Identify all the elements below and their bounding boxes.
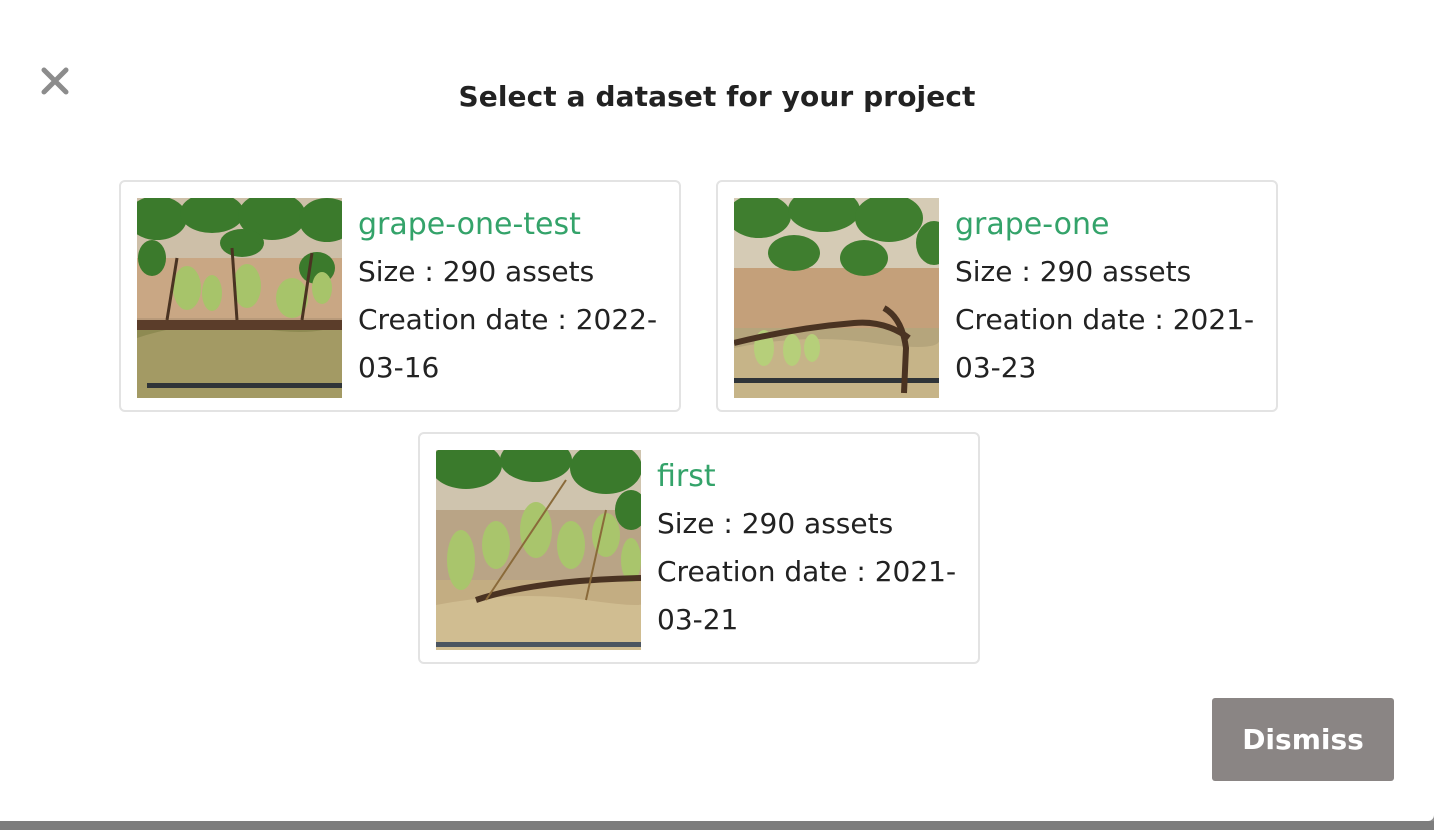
dataset-select-modal: Select a dataset for your project grape-…: [0, 0, 1434, 821]
dataset-size: Size : 290 assets: [657, 507, 894, 540]
dataset-card-first[interactable]: first Size : 290 assets Creation date : …: [418, 432, 980, 664]
dataset-card-grape-one-test[interactable]: grape-one-test Size : 290 assets Creatio…: [119, 180, 681, 412]
dismiss-button[interactable]: Dismiss: [1212, 698, 1394, 781]
dataset-info: first Size : 290 assets Creation date : …: [657, 454, 969, 644]
dataset-thumbnail: [734, 198, 939, 398]
dataset-thumbnail: [436, 450, 641, 650]
dataset-size: Size : 290 assets: [955, 255, 1192, 288]
dataset-name[interactable]: grape-one: [955, 202, 1267, 248]
dataset-card-grape-one[interactable]: grape-one Size : 290 assets Creation dat…: [716, 180, 1278, 412]
dataset-creation-date: Creation date : 2021-03-21: [657, 555, 957, 636]
modal-title: Select a dataset for your project: [458, 80, 976, 113]
dataset-size: Size : 290 assets: [358, 255, 595, 288]
dataset-thumbnail: [137, 198, 342, 398]
dataset-info: grape-one Size : 290 assets Creation dat…: [955, 202, 1267, 392]
backdrop-strip: [0, 821, 1434, 830]
dataset-creation-date: Creation date : 2022-03-16: [358, 303, 658, 384]
dataset-name[interactable]: first: [657, 454, 969, 500]
dataset-creation-date: Creation date : 2021-03-23: [955, 303, 1255, 384]
dataset-name[interactable]: grape-one-test: [358, 202, 670, 248]
dataset-info: grape-one-test Size : 290 assets Creatio…: [358, 202, 670, 392]
